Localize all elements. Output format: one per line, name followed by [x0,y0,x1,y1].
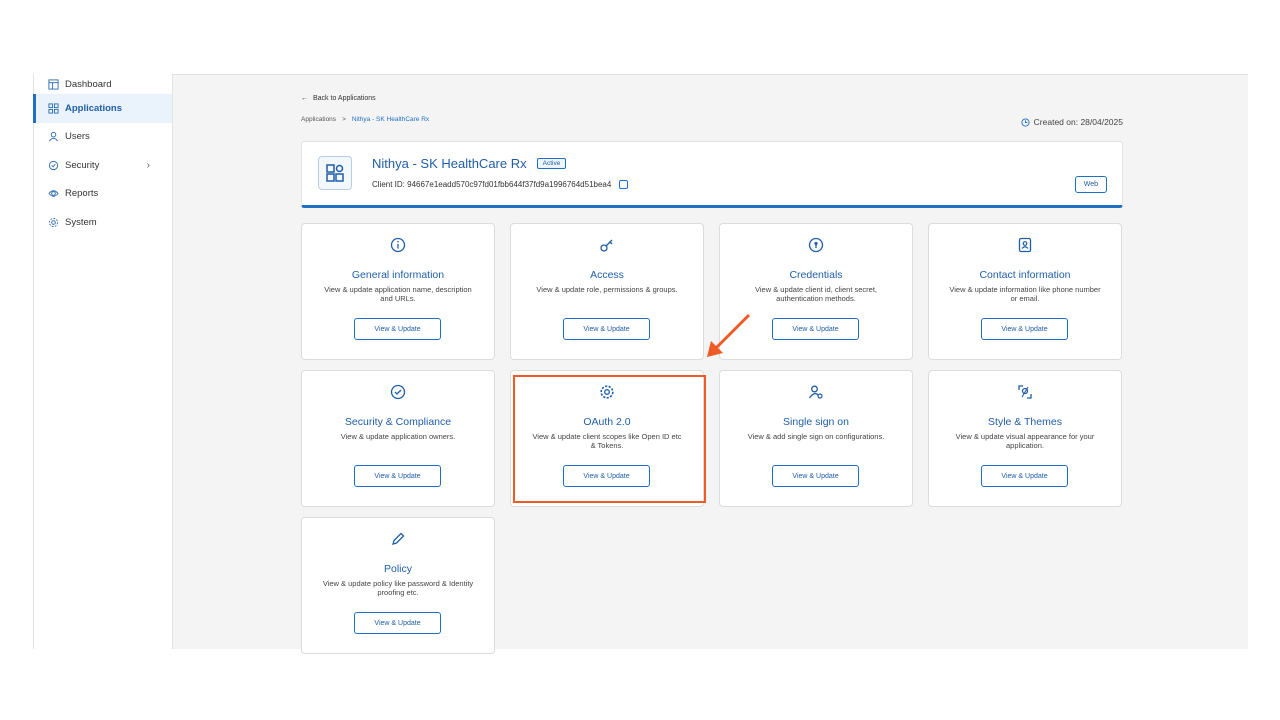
view-update-button[interactable]: View & Update [981,465,1068,487]
card-style-themes: Style & Themes View & update visual appe… [928,370,1122,507]
app-grid-icon [318,156,352,190]
view-update-button[interactable]: View & Update [354,318,441,340]
card-policy: Policy View & update policy like passwor… [301,517,495,654]
grid-icon [48,103,59,114]
card-description: View & update visual appearance for your… [955,432,1095,450]
breadcrumb-item-applications[interactable]: Applications [301,116,336,123]
annotation-highlight-box [513,375,706,503]
sidebar-item-label: Reports [65,188,99,200]
app-type-button[interactable]: Web [1074,176,1107,193]
card-description: View & update client id, client secret, … [754,285,877,303]
view-update-button[interactable]: View & Update [981,318,1068,340]
card-title: Contact information [979,269,1071,281]
sidebar-item-label: Dashboard [65,78,112,90]
chevron-right-icon: › [146,159,150,171]
card-contact-information: Contact information View & update inform… [928,223,1122,360]
back-link[interactable]: ← Back to Applications [301,95,376,102]
created-date-text: Created on: 28/04/2025 [1033,117,1123,127]
back-label: Back to Applications [313,95,376,102]
card-title: Access [590,269,624,281]
client-id-row: Client ID: 94667e1eadd570c97fd01fbb644f3… [372,180,629,189]
status-badge: Active [536,158,567,169]
view-update-button[interactable]: View & Update [563,318,650,340]
gear-icon [48,217,59,228]
clock-icon [1021,117,1030,127]
sidebar-item-security[interactable]: Security › [34,151,172,180]
pen-icon [302,531,494,547]
breadcrumb: Applications > Nithya - SK HealthCare Rx [301,116,429,123]
card-description: View & update policy like password & Ide… [322,579,474,597]
card-description: View & update information like phone num… [949,285,1101,303]
reports-icon [48,188,59,199]
card-title: Credentials [789,269,843,281]
sidebar-item-label: Security [65,159,100,171]
card-title: Single sign on [783,416,849,428]
view-update-button[interactable]: View & Update [772,465,859,487]
sidebar-item-label: Users [65,131,90,143]
sidebar-item-applications[interactable]: Applications [33,94,172,123]
app-title-row: Nithya - SK HealthCare Rx Active [372,156,567,171]
card-security-compliance: Security & Compliance View & update appl… [301,370,495,507]
main-content: ← Back to Applications Applications > Ni… [173,74,1248,654]
card-description: View & update role, permissions & groups… [536,285,678,294]
key-icon [511,237,703,253]
dashboard-icon [48,78,59,90]
sidebar-item-dashboard[interactable]: Dashboard [34,74,172,94]
info-icon [302,237,494,253]
client-id: Client ID: 94667e1eadd570c97fd01fbb644f3… [372,180,612,189]
shield-check-icon [302,384,494,400]
sidebar-item-reports[interactable]: Reports [34,180,172,209]
card-title: Policy [383,563,412,575]
sidebar-item-users[interactable]: Users [34,123,172,152]
view-update-button[interactable]: View & Update [354,612,441,634]
contact-card-icon [929,237,1121,253]
card-description: View & add single sign on configurations… [747,432,885,441]
breadcrumb-separator: > [342,116,346,123]
user-settings-icon [720,384,912,400]
card-description: View & update application name, descript… [324,285,472,303]
card-general-information: General information View & update applic… [301,223,495,360]
sidebar: Dashboard Applications Users Security › [33,74,173,649]
card-description: View & update application owners. [340,432,456,441]
card-title: Security & Compliance [344,416,452,428]
sidebar-item-label: Applications [65,102,123,114]
breadcrumb-item-current: Nithya - SK HealthCare Rx [351,116,430,123]
user-icon [48,131,59,142]
app-header-card: Nithya - SK HealthCare Rx Active Client … [301,141,1123,208]
app-name: Nithya - SK HealthCare Rx [372,156,527,171]
card-title: General information [351,269,445,281]
copy-icon[interactable] [619,180,629,189]
card-title: Style & Themes [988,416,1062,428]
palette-icon [929,384,1121,400]
credentials-icon [720,237,912,253]
annotation-arrow-icon [707,313,751,357]
view-update-button[interactable]: View & Update [772,318,859,340]
created-date: Created on: 28/04/2025 [1021,117,1123,127]
card-single-sign-on: Single sign on View & add single sign on… [719,370,913,507]
shield-icon [48,160,59,171]
sidebar-item-label: System [65,216,97,228]
arrow-left-icon: ← [301,95,308,102]
sidebar-item-system[interactable]: System [34,208,172,237]
app-window: Dashboard Applications Users Security › [0,0,1280,720]
view-update-button[interactable]: View & Update [354,465,441,487]
card-access: Access View & update role, permissions &… [510,223,704,360]
